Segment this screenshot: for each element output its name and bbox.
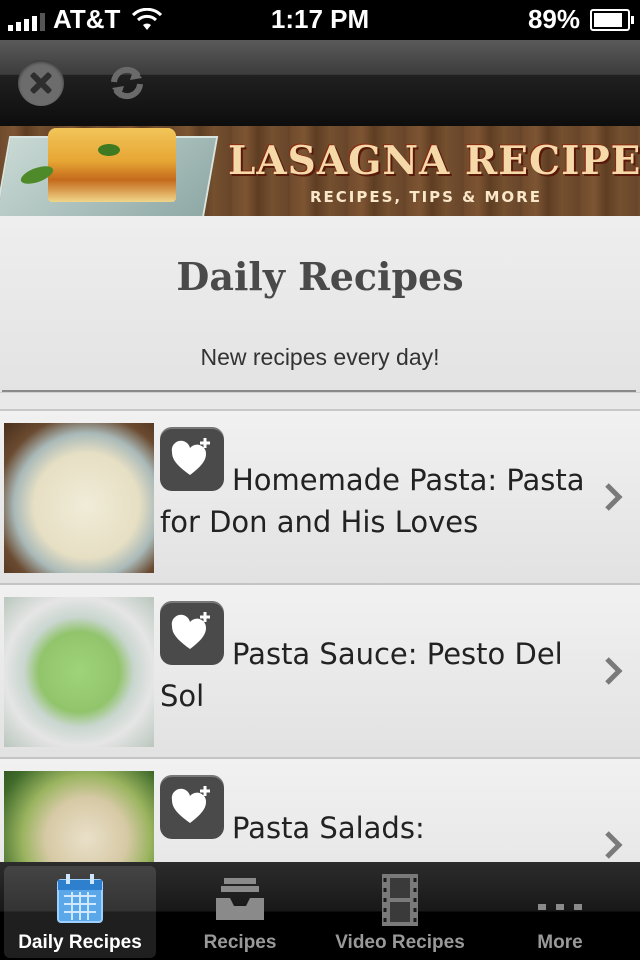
film-strip-icon	[382, 874, 418, 926]
chevron-right-icon	[605, 831, 623, 859]
banner-title: LASAGNA RECIPES	[228, 138, 640, 184]
recipe-row[interactable]: Pasta Sauce: Pesto Del Sol	[0, 585, 640, 759]
tab-label: Video Recipes	[335, 932, 465, 953]
main-content[interactable]: Daily Recipes New recipes every day! Hom…	[0, 216, 640, 862]
banner-garnish	[98, 144, 120, 156]
banner-lasagna-image	[48, 128, 176, 202]
recipe-row[interactable]: Homemade Pasta: Pasta for Don and His Lo…	[0, 411, 640, 585]
page-header: Daily Recipes New recipes every day!	[0, 216, 640, 392]
recipe-title: Pasta Sauce: Pesto Del Sol	[160, 637, 563, 713]
inbox-tray-icon	[216, 878, 264, 920]
divider	[2, 390, 636, 392]
page-title: Daily Recipes	[176, 254, 464, 299]
recipe-title: Pasta Salads:	[232, 811, 425, 845]
more-dots-icon	[538, 904, 582, 910]
tab-video-recipes[interactable]: Video Recipes	[324, 866, 476, 958]
recipe-row[interactable]: Pasta Salads:	[0, 759, 640, 862]
page-subtitle: New recipes every day!	[200, 344, 440, 370]
chevron-right-icon	[605, 483, 623, 511]
list-spacer	[0, 392, 640, 411]
recipe-thumbnail	[4, 771, 154, 862]
tab-recipes[interactable]: Recipes	[164, 866, 316, 958]
recipe-thumbnail	[4, 423, 154, 573]
tab-more[interactable]: More	[484, 866, 636, 958]
status-right: 89%	[527, 4, 634, 35]
banner-subtitle: RECIPES, TIPS & MORE	[310, 188, 542, 206]
chevron-right-icon	[605, 657, 623, 685]
close-icon[interactable]	[18, 60, 64, 106]
tab-bar: Daily Recipes Recipes Video Recipes More	[0, 862, 640, 960]
toolbar	[0, 40, 640, 126]
refresh-icon[interactable]	[104, 60, 150, 106]
recipe-thumbnail	[4, 597, 154, 747]
app-banner: LASAGNA RECIPES RECIPES, TIPS & MORE	[0, 126, 640, 216]
tab-daily-recipes[interactable]: Daily Recipes	[4, 866, 156, 958]
tab-label: More	[537, 932, 583, 953]
tab-label: Daily Recipes	[18, 932, 142, 953]
battery-percent: 89%	[527, 4, 580, 34]
status-bar: AT&T 1:17 PM 89%	[0, 0, 640, 40]
battery-icon	[590, 8, 634, 31]
recipe-title: Homemade Pasta: Pasta for Don and His Lo…	[160, 463, 585, 539]
calendar-icon	[57, 874, 103, 923]
tab-label: Recipes	[203, 932, 277, 953]
